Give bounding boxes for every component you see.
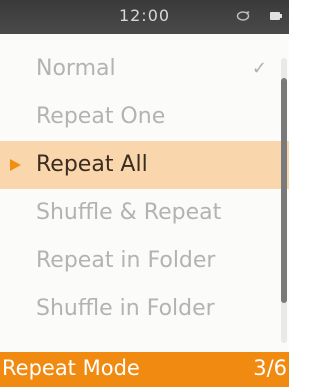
menu-item-normal[interactable]: Normal ✓ xyxy=(0,45,289,93)
repeat-icon xyxy=(236,11,250,21)
menu-item-repeat-in-folder[interactable]: Repeat in Folder xyxy=(0,237,289,285)
menu-item-label: Shuffle in Folder xyxy=(36,296,215,321)
menu-item-label: Repeat All xyxy=(36,152,148,177)
battery-icon xyxy=(270,12,282,20)
menu-item-label: Repeat in Folder xyxy=(36,248,216,273)
scrollbar-thumb[interactable] xyxy=(281,77,287,303)
menu-item-repeat-one[interactable]: Repeat One xyxy=(0,93,289,141)
menu-item-label: Normal xyxy=(36,56,116,81)
player-screen: 12:00 Normal ✓ Repeat One Repeat All Shu… xyxy=(0,0,289,387)
menu-item-label: Shuffle & Repeat xyxy=(36,200,222,225)
footer-title: Repeat Mode xyxy=(2,356,140,380)
item-position-counter: 3/6 xyxy=(253,356,287,380)
menu-item-shuffle-in-folder[interactable]: Shuffle in Folder xyxy=(0,285,289,333)
menu-item-label: Repeat One xyxy=(36,104,166,129)
selection-arrow-icon xyxy=(10,159,21,171)
check-icon: ✓ xyxy=(251,58,267,79)
status-bar: 12:00 xyxy=(0,0,289,34)
scrollbar[interactable] xyxy=(281,58,287,343)
footer-bar: Repeat Mode 3/6 xyxy=(0,352,289,387)
menu-item-repeat-all[interactable]: Repeat All xyxy=(0,141,289,189)
repeat-mode-menu: Normal ✓ Repeat One Repeat All Shuffle &… xyxy=(0,45,289,333)
menu-item-shuffle-repeat[interactable]: Shuffle & Repeat xyxy=(0,189,289,237)
